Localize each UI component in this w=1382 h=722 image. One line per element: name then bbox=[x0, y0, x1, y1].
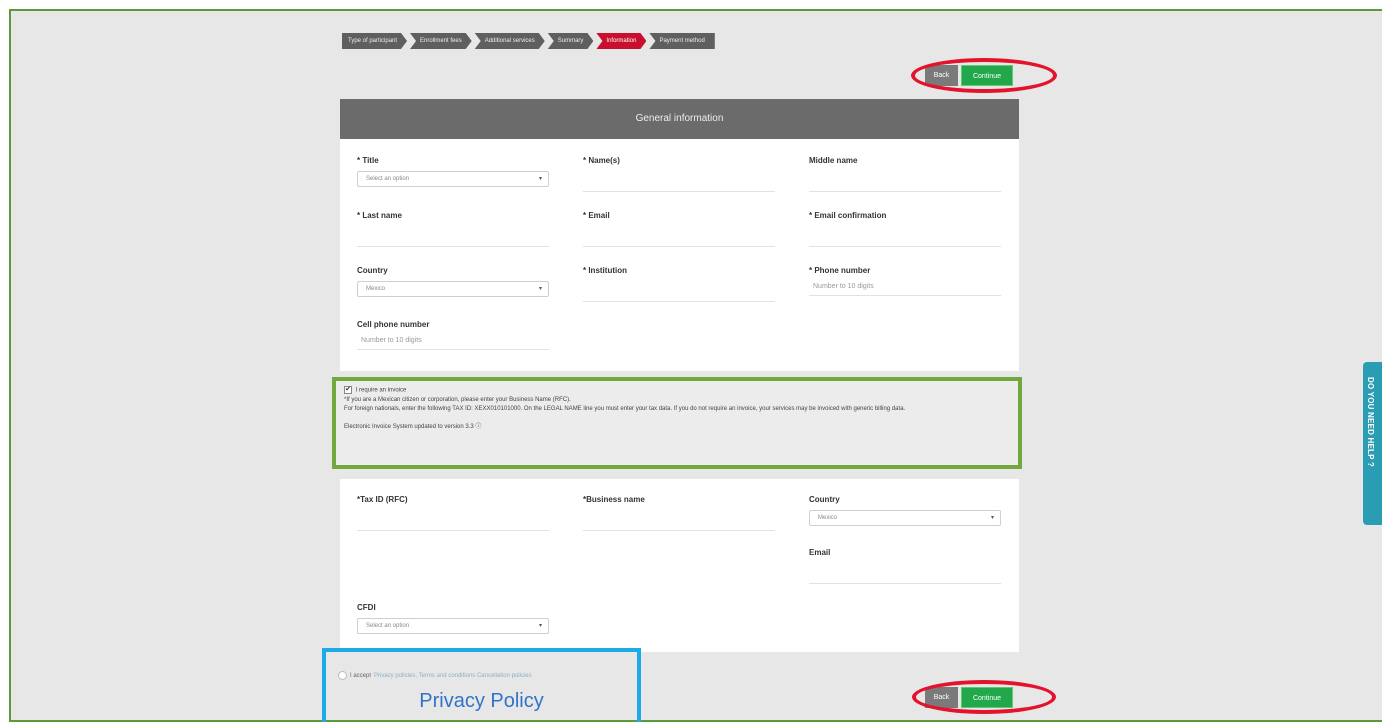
middle-name-field: Middle name bbox=[809, 156, 1001, 192]
invoice-checkbox-label: I require an invoice bbox=[355, 387, 407, 394]
billing-card: *Tax ID (RFC) *Business name Country Mex… bbox=[340, 479, 1019, 652]
billing-country-value: Mexico bbox=[818, 515, 838, 521]
billing-country-field: Country Mexico ▾ bbox=[809, 495, 1001, 526]
tax-id-label: *Tax ID (RFC) bbox=[357, 495, 408, 504]
tax-id-field: *Tax ID (RFC) bbox=[357, 495, 549, 531]
country-field: Country Mexico ▾ bbox=[357, 266, 549, 297]
cell-phone-label: Cell phone number bbox=[357, 320, 430, 329]
country-label: Country bbox=[357, 266, 388, 275]
billing-country-select[interactable]: Mexico ▾ bbox=[809, 510, 1001, 526]
email-confirmation-input[interactable] bbox=[809, 229, 1001, 247]
email-input[interactable] bbox=[583, 229, 775, 247]
institution-input[interactable] bbox=[583, 284, 775, 302]
middle-name-input[interactable] bbox=[809, 174, 1001, 192]
phone-input[interactable]: Number to 10 digits bbox=[809, 278, 1001, 296]
email-label: * Email bbox=[583, 211, 610, 220]
institution-label: * Institution bbox=[583, 266, 627, 275]
step-payment-method[interactable]: Payment method bbox=[649, 33, 715, 49]
registration-steps: Type of participant Enrollment fees Addi… bbox=[342, 33, 718, 49]
names-input[interactable] bbox=[583, 174, 775, 192]
back-button-top[interactable]: Back bbox=[925, 65, 958, 86]
cfdi-field: CFDI Select an option ▾ bbox=[357, 603, 549, 634]
step-information[interactable]: Information bbox=[596, 33, 646, 49]
title-select-value: Select an option bbox=[366, 176, 410, 182]
title-select[interactable]: Select an option ▾ bbox=[357, 171, 549, 187]
billing-email-input[interactable] bbox=[809, 566, 1001, 584]
cfdi-select-value: Select an option bbox=[366, 623, 410, 629]
billing-email-field: Email bbox=[809, 548, 1001, 584]
back-button-bottom[interactable]: Back bbox=[925, 687, 958, 708]
chevron-down-icon: ▾ bbox=[990, 515, 994, 521]
names-field: * Name(s) bbox=[583, 156, 775, 192]
email-field: * Email bbox=[583, 211, 775, 247]
invoice-checkbox[interactable]: ✔ bbox=[344, 386, 352, 394]
business-name-label: *Business name bbox=[583, 495, 645, 504]
chevron-down-icon: ▾ bbox=[538, 176, 542, 182]
phone-label: * Phone number bbox=[809, 266, 871, 275]
step-summary[interactable]: Summary bbox=[548, 33, 594, 49]
country-select-value: Mexico bbox=[366, 286, 386, 292]
step-participant-type[interactable]: Type of participant bbox=[342, 33, 407, 49]
title-field: * Title Select an option ▾ bbox=[357, 156, 549, 187]
names-label: * Name(s) bbox=[583, 156, 620, 165]
business-name-input[interactable] bbox=[583, 513, 775, 531]
chevron-down-icon: ▾ bbox=[538, 286, 542, 292]
country-select[interactable]: Mexico ▾ bbox=[357, 281, 549, 297]
bottom-button-row: Back Continue bbox=[925, 687, 1013, 708]
middle-name-label: Middle name bbox=[809, 156, 858, 165]
billing-country-label: Country bbox=[809, 495, 840, 504]
last-name-input[interactable] bbox=[357, 229, 549, 247]
business-name-field: *Business name bbox=[583, 495, 775, 531]
billing-email-label: Email bbox=[809, 548, 831, 557]
continue-button-top[interactable]: Continue bbox=[961, 65, 1013, 86]
card-header: General information bbox=[340, 99, 1019, 139]
institution-field: * Institution bbox=[583, 266, 775, 302]
invoice-text-line2: For foreign nationals, enter the followi… bbox=[344, 405, 906, 412]
last-name-field: * Last name bbox=[357, 211, 549, 247]
email-confirmation-label: * Email confirmation bbox=[809, 211, 887, 220]
title-label: * Title bbox=[357, 156, 379, 165]
invoice-text-line3: Electronic Invoice System updated to ver… bbox=[344, 423, 482, 430]
cfdi-select[interactable]: Select an option ▾ bbox=[357, 618, 549, 634]
email-confirmation-field: * Email confirmation bbox=[809, 211, 1001, 247]
general-information-card: General information * Title Select an op… bbox=[340, 99, 1019, 371]
step-additional-services[interactable]: Additional services bbox=[475, 33, 545, 49]
cell-phone-field: Cell phone number Number to 10 digits bbox=[357, 320, 549, 350]
privacy-policy-annotation: Privacy Policy bbox=[419, 690, 544, 712]
top-button-row: Back Continue bbox=[925, 65, 1013, 86]
help-tab[interactable]: DO YOU NEED HELP ? bbox=[1363, 362, 1382, 525]
invoice-notice: ✔ I require an invoice *If you are a Mex… bbox=[332, 377, 1022, 469]
continue-button-bottom[interactable]: Continue bbox=[961, 687, 1013, 708]
help-tab-label: DO YOU NEED HELP ? bbox=[1366, 377, 1375, 467]
step-enrollment-fees[interactable]: Enrollment fees bbox=[410, 33, 472, 49]
phone-field: * Phone number Number to 10 digits bbox=[809, 266, 1001, 296]
tax-id-input[interactable] bbox=[357, 513, 549, 531]
chevron-down-icon: ▾ bbox=[538, 623, 542, 629]
cfdi-label: CFDI bbox=[357, 603, 376, 612]
last-name-label: * Last name bbox=[357, 211, 402, 220]
cell-phone-input[interactable]: Number to 10 digits bbox=[357, 332, 549, 350]
invoice-text-line1: *If you are a Mexican citizen or corpora… bbox=[344, 396, 571, 403]
